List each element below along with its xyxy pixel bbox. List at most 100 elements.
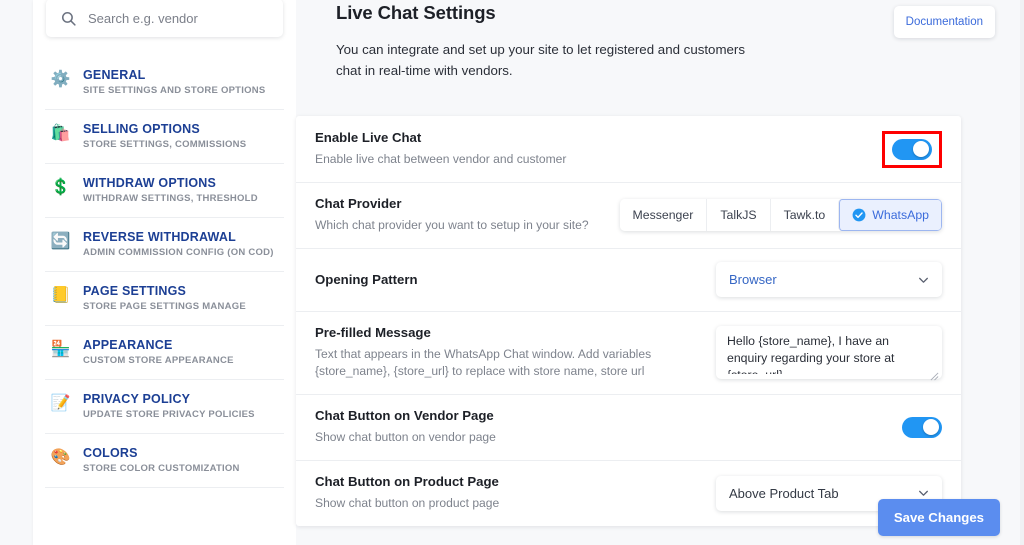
setting-help: Which chat provider you want to setup in… — [315, 217, 589, 234]
page-header: Live Chat Settings You can integrate and… — [336, 0, 1000, 81]
sidebar-item-text: PAGE SETTINGS STORE PAGE SETTINGS MANAGE — [83, 284, 246, 312]
setting-label: Chat Button on Product Page — [315, 474, 499, 489]
sidebar-item-colors[interactable]: 🎨 COLORS STORE COLOR CUSTOMIZATION — [33, 433, 296, 487]
save-changes-button[interactable]: Save Changes — [878, 499, 1000, 536]
setting-text: Chat Provider Which chat provider you wa… — [315, 196, 589, 234]
sidebar-card: ⚙️ GENERAL SITE SETTINGS AND STORE OPTIO… — [33, 0, 296, 545]
prefilled-message-wrap: Hello {store_name}, I have an enquiry re… — [716, 326, 942, 379]
app-root: ⚙️ GENERAL SITE SETTINGS AND STORE OPTIO… — [0, 0, 1024, 545]
enable-live-chat-toggle[interactable] — [892, 139, 932, 160]
search-input[interactable] — [88, 11, 269, 26]
setting-row-chat-provider: Chat Provider Which chat provider you wa… — [296, 182, 961, 248]
documentation-button[interactable]: Documentation — [894, 6, 995, 38]
sidebar-item-text: WITHDRAW OPTIONS WITHDRAW SETTINGS, THRE… — [83, 176, 258, 204]
provider-option-label: WhatsApp — [872, 208, 929, 222]
sidebar-item-withdraw-options[interactable]: 💲 WITHDRAW OPTIONS WITHDRAW SETTINGS, TH… — [33, 163, 296, 217]
setting-text: Chat Button on Vendor Page Show chat but… — [315, 408, 496, 446]
sidebar-item-text: SELLING OPTIONS STORE SETTINGS, COMMISSI… — [83, 122, 246, 150]
setting-row-enable-live-chat: Enable Live Chat Enable live chat betwee… — [296, 116, 961, 182]
setting-help: Enable live chat between vendor and cust… — [315, 151, 566, 168]
toggle-knob — [923, 419, 939, 435]
sidebar-nav: ⚙️ GENERAL SITE SETTINGS AND STORE OPTIO… — [33, 55, 296, 488]
setting-label: Chat Provider — [315, 196, 589, 211]
setting-label: Chat Button on Vendor Page — [315, 408, 496, 423]
sidebar-item-sublabel: SITE SETTINGS AND STORE OPTIONS — [83, 85, 265, 96]
sidebar-item-reverse-withdrawal[interactable]: 🔄 REVERSE WITHDRAWAL ADMIN COMMISSION CO… — [33, 217, 296, 271]
setting-help: Show chat button on vendor page — [315, 429, 496, 446]
sidebar-item-selling-options[interactable]: 🛍️ SELLING OPTIONS STORE SETTINGS, COMMI… — [33, 109, 296, 163]
setting-control: Hello {store_name}, I have an enquiry re… — [716, 326, 942, 379]
gear-icon: ⚙️ — [50, 69, 71, 90]
toggle-knob — [913, 141, 929, 157]
setting-control: Browser App — [716, 262, 942, 297]
sidebar-item-text: PRIVACY POLICY UPDATE STORE PRIVACY POLI… — [83, 392, 255, 420]
sidebar-item-label: WITHDRAW OPTIONS — [83, 176, 258, 190]
chat-button-vendor-page-toggle[interactable] — [902, 417, 942, 438]
setting-text: Pre-filled Message Text that appears in … — [315, 325, 716, 380]
opening-pattern-select-wrap: Browser App — [716, 262, 942, 297]
page-header-text: Live Chat Settings You can integrate and… — [336, 2, 756, 81]
provider-option-messenger[interactable]: Messenger — [620, 199, 707, 231]
sidebar-item-privacy-policy[interactable]: 📝 PRIVACY POLICY UPDATE STORE PRIVACY PO… — [33, 379, 296, 433]
setting-row-prefilled-message: Pre-filled Message Text that appears in … — [296, 311, 961, 394]
privacy-policy-icon: 📝 — [50, 393, 71, 414]
sidebar-item-label: COLORS — [83, 446, 240, 460]
sidebar-item-sublabel: ADMIN COMMISSION CONFIG (ON COD) — [83, 247, 274, 258]
sidebar-item-label: SELLING OPTIONS — [83, 122, 246, 136]
sidebar-item-label: REVERSE WITHDRAWAL — [83, 230, 274, 244]
reverse-coin-icon: 🔄 — [50, 231, 71, 252]
sidebar-item-sublabel: STORE COLOR CUSTOMIZATION — [83, 463, 240, 474]
right-edge-strip — [1020, 0, 1024, 545]
opening-pattern-select[interactable]: Browser App — [716, 262, 942, 297]
sidebar: ⚙️ GENERAL SITE SETTINGS AND STORE OPTIO… — [0, 0, 296, 545]
setting-text: Enable Live Chat Enable live chat betwee… — [315, 130, 566, 168]
sidebar-item-label: PAGE SETTINGS — [83, 284, 246, 298]
appearance-icon: 🏪 — [50, 339, 71, 360]
sidebar-item-sublabel: STORE PAGE SETTINGS MANAGE — [83, 301, 246, 312]
sidebar-item-text: APPEARANCE CUSTOM STORE APPEARANCE — [83, 338, 234, 366]
page-description: You can integrate and set up your site t… — [336, 39, 756, 81]
setting-label: Pre-filled Message — [315, 325, 716, 340]
search-box[interactable] — [46, 0, 283, 37]
sidebar-item-label: GENERAL — [83, 68, 265, 82]
setting-row-opening-pattern: Opening Pattern Browser App — [296, 248, 961, 311]
setting-text: Opening Pattern — [315, 272, 418, 287]
setting-help: Show chat button on product page — [315, 495, 499, 512]
setting-label: Opening Pattern — [315, 272, 418, 287]
main-content: Live Chat Settings You can integrate and… — [296, 0, 1024, 545]
provider-option-whatsapp[interactable]: WhatsApp — [838, 199, 942, 231]
setting-control: Messenger TalkJS Tawk.to WhatsApp — [620, 199, 943, 231]
sidebar-item-sublabel: CUSTOM STORE APPEARANCE — [83, 355, 234, 366]
sidebar-item-sublabel: STORE SETTINGS, COMMISSIONS — [83, 139, 246, 150]
setting-help: Text that appears in the WhatsApp Chat w… — [315, 346, 716, 380]
page-title: Live Chat Settings — [336, 2, 756, 24]
provider-option-talkjs[interactable]: TalkJS — [706, 199, 769, 231]
money-location-icon: 💲 — [50, 177, 71, 198]
chat-provider-group: Messenger TalkJS Tawk.to WhatsApp — [620, 199, 943, 231]
sidebar-item-label: APPEARANCE — [83, 338, 234, 352]
sidebar-item-text: COLORS STORE COLOR CUSTOMIZATION — [83, 446, 240, 474]
sidebar-item-text: REVERSE WITHDRAWAL ADMIN COMMISSION CONF… — [83, 230, 274, 258]
setting-control — [902, 417, 942, 438]
search-icon — [60, 10, 77, 27]
shopping-bags-icon: 🛍️ — [50, 123, 71, 144]
highlight-box — [882, 131, 942, 168]
setting-control — [882, 131, 942, 168]
sidebar-item-appearance[interactable]: 🏪 APPEARANCE CUSTOM STORE APPEARANCE — [33, 325, 296, 379]
check-circle-icon — [852, 208, 866, 222]
prefilled-message-textarea[interactable]: Hello {store_name}, I have an enquiry re… — [716, 326, 942, 374]
setting-row-chat-button-vendor-page: Chat Button on Vendor Page Show chat but… — [296, 394, 961, 460]
setting-text: Chat Button on Product Page Show chat bu… — [315, 474, 499, 512]
sidebar-item-text: GENERAL SITE SETTINGS AND STORE OPTIONS — [83, 68, 265, 96]
setting-row-chat-button-product-page: Chat Button on Product Page Show chat bu… — [296, 460, 961, 526]
sidebar-item-sublabel: WITHDRAW SETTINGS, THRESHOLD — [83, 193, 258, 204]
sidebar-item-page-settings[interactable]: 📒 PAGE SETTINGS STORE PAGE SETTINGS MANA… — [33, 271, 296, 325]
setting-label: Enable Live Chat — [315, 130, 566, 145]
provider-option-tawkto[interactable]: Tawk.to — [770, 199, 839, 231]
sidebar-item-sublabel: UPDATE STORE PRIVACY POLICIES — [83, 409, 255, 420]
sidebar-item-general[interactable]: ⚙️ GENERAL SITE SETTINGS AND STORE OPTIO… — [33, 55, 296, 109]
page-icon: 📒 — [50, 285, 71, 306]
color-palette-icon: 🎨 — [50, 447, 71, 468]
sidebar-divider — [45, 487, 284, 488]
sidebar-item-label: PRIVACY POLICY — [83, 392, 255, 406]
